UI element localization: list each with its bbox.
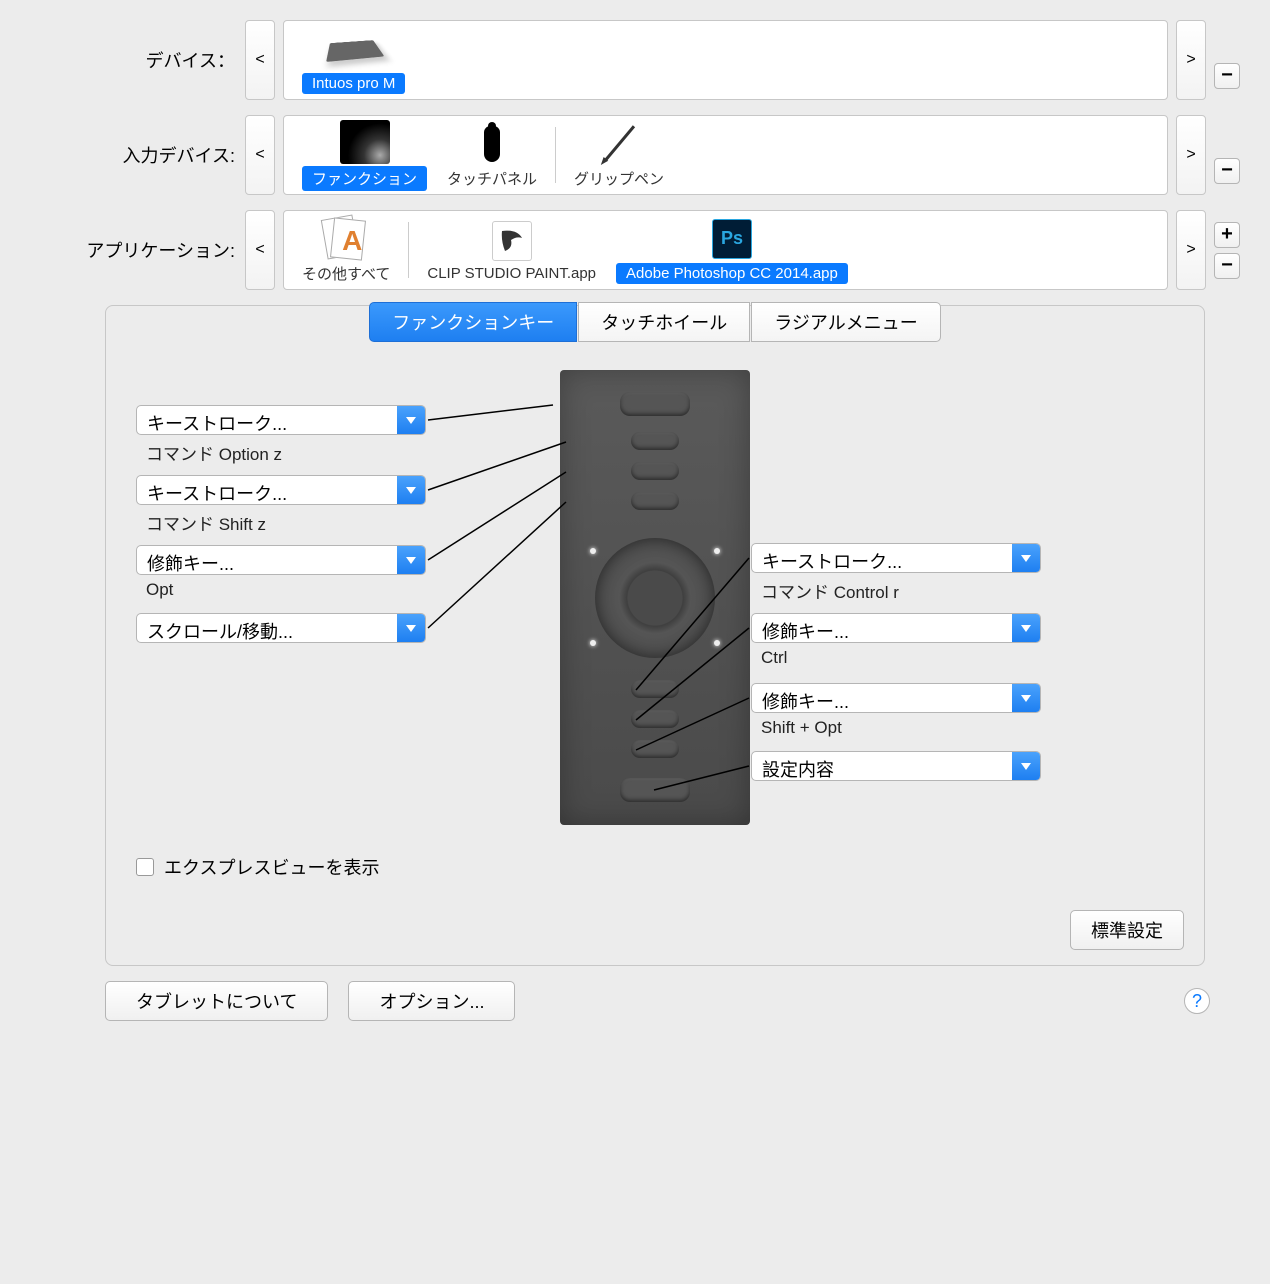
divider bbox=[408, 222, 409, 278]
device-prev-button[interactable]: < bbox=[245, 20, 275, 100]
tab-function-keys[interactable]: ファンクションキー bbox=[369, 302, 577, 342]
chevron-down-icon bbox=[397, 406, 425, 434]
options-button[interactable]: オプション... bbox=[348, 981, 515, 1021]
tab-radial-menu[interactable]: ラジアルメニュー bbox=[751, 302, 940, 342]
device-next-button[interactable]: > bbox=[1176, 20, 1206, 100]
right-key-1-combo[interactable]: キーストローク... bbox=[751, 543, 1041, 573]
app-item-other[interactable]: A その他すべて bbox=[302, 217, 390, 284]
chevron-down-icon bbox=[1012, 684, 1040, 712]
app-remove-button[interactable]: − bbox=[1214, 253, 1240, 279]
left-key-3-combo[interactable]: 修飾キー... bbox=[136, 545, 426, 575]
input-label-0: ファンクション bbox=[302, 166, 427, 191]
right-key-3-combo[interactable]: 修飾キー... bbox=[751, 683, 1041, 713]
bottom-button-row: タブレットについて オプション... ? bbox=[30, 981, 1240, 1021]
device-row: デバイス： < Intuos pro M > − bbox=[30, 20, 1240, 100]
input-prev-button[interactable]: < bbox=[245, 115, 275, 195]
ps-icon: Ps bbox=[712, 219, 752, 259]
express-view-checkbox[interactable] bbox=[136, 858, 154, 876]
right-key-1-subtitle: コマンド Control r bbox=[761, 578, 899, 603]
app-label-0: その他すべて bbox=[302, 263, 390, 284]
left-key-3-subtitle: Opt bbox=[146, 580, 173, 600]
tablet-icon bbox=[326, 40, 384, 62]
chevron-down-icon bbox=[1012, 544, 1040, 572]
function-key-area: キーストローク... コマンド Option z キーストローク... コマンド… bbox=[106, 370, 1204, 900]
app-selector: A その他すべて CLIP STUDIO PAINT.app Ps Adobe … bbox=[283, 210, 1168, 290]
app-label-1: CLIP STUDIO PAINT.app bbox=[427, 265, 596, 282]
pen-icon bbox=[603, 125, 634, 161]
app-item-ps[interactable]: Ps Adobe Photoshop CC 2014.app bbox=[616, 217, 848, 284]
input-item-pen[interactable]: グリップペン bbox=[574, 122, 664, 189]
generic-app-icon: A bbox=[324, 217, 368, 261]
chevron-down-icon bbox=[1012, 614, 1040, 642]
device-label: デバイス： bbox=[30, 47, 245, 73]
left-key-4-combo[interactable]: スクロール/移動... bbox=[136, 613, 426, 643]
help-button[interactable]: ? bbox=[1184, 988, 1210, 1014]
device-name: Intuos pro M bbox=[302, 73, 405, 94]
app-label-2: Adobe Photoshop CC 2014.app bbox=[616, 263, 848, 284]
app-label: アプリケーション: bbox=[30, 237, 245, 263]
chevron-down-icon bbox=[397, 614, 425, 642]
app-add-button[interactable]: + bbox=[1214, 222, 1240, 248]
chevron-down-icon bbox=[397, 546, 425, 574]
device-selector[interactable]: Intuos pro M bbox=[283, 20, 1168, 100]
tablet-diagram bbox=[560, 370, 750, 825]
input-label-2: グリップペン bbox=[574, 168, 664, 189]
right-key-2-subtitle: Ctrl bbox=[761, 648, 787, 668]
chevron-down-icon bbox=[397, 476, 425, 504]
input-label: 入力デバイス: bbox=[30, 142, 245, 168]
left-key-2-subtitle: コマンド Shift z bbox=[146, 510, 266, 535]
input-next-button[interactable]: > bbox=[1176, 115, 1206, 195]
divider bbox=[555, 127, 556, 183]
input-item-touch[interactable]: タッチパネル bbox=[447, 122, 537, 189]
input-label-1: タッチパネル bbox=[447, 168, 537, 189]
app-item-csp[interactable]: CLIP STUDIO PAINT.app bbox=[427, 219, 596, 282]
left-key-2-combo[interactable]: キーストローク... bbox=[136, 475, 426, 505]
touch-icon bbox=[484, 126, 500, 162]
app-prev-button[interactable]: < bbox=[245, 210, 275, 290]
input-remove-button[interactable]: − bbox=[1214, 158, 1240, 184]
tab-row: ファンクションキー タッチホイール ラジアルメニュー bbox=[106, 305, 1204, 345]
input-row: 入力デバイス: < ファンクション タッチパネル グリップペン > − bbox=[30, 115, 1240, 195]
app-row: アプリケーション: < A その他すべて CLIP STUDIO PAINT.a… bbox=[30, 210, 1240, 290]
app-next-button[interactable]: > bbox=[1176, 210, 1206, 290]
default-button[interactable]: 標準設定 bbox=[1070, 910, 1184, 950]
functions-icon bbox=[340, 120, 390, 164]
device-remove-button[interactable]: − bbox=[1214, 63, 1240, 89]
tab-touch-wheel[interactable]: タッチホイール bbox=[578, 302, 750, 342]
input-item-functions[interactable]: ファンクション bbox=[302, 120, 427, 191]
right-key-3-subtitle: Shift + Opt bbox=[761, 718, 842, 738]
input-selector: ファンクション タッチパネル グリップペン bbox=[283, 115, 1168, 195]
device-item[interactable]: Intuos pro M bbox=[302, 27, 405, 94]
left-key-1-subtitle: コマンド Option z bbox=[146, 440, 282, 465]
about-tablet-button[interactable]: タブレットについて bbox=[105, 981, 328, 1021]
left-key-1-combo[interactable]: キーストローク... bbox=[136, 405, 426, 435]
settings-panel: ファンクションキー タッチホイール ラジアルメニュー bbox=[105, 305, 1205, 966]
express-view-label: エクスプレスビューを表示 bbox=[164, 854, 379, 880]
right-key-2-combo[interactable]: 修飾キー... bbox=[751, 613, 1041, 643]
csp-icon bbox=[492, 221, 532, 261]
chevron-down-icon bbox=[1012, 752, 1040, 780]
right-key-4-combo[interactable]: 設定内容 bbox=[751, 751, 1041, 781]
